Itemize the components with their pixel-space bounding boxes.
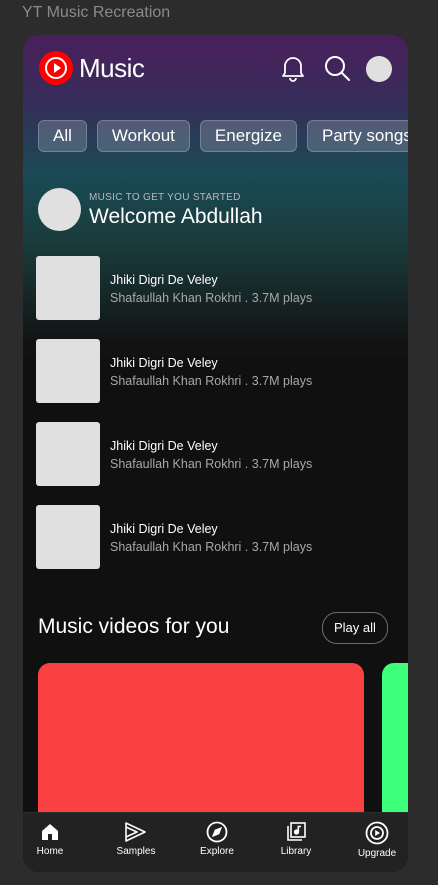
search-icon[interactable] <box>322 53 352 83</box>
song-item[interactable]: Jhiki Digri De Veley Shafaullah Khan Rok… <box>36 422 396 486</box>
song-item[interactable]: Jhiki Digri De Veley Shafaullah Khan Rok… <box>36 339 396 403</box>
explore-icon <box>206 821 228 843</box>
song-meta: Shafaullah Khan Rokhri . 3.7M plays <box>110 374 313 388</box>
nav-samples[interactable]: Samples <box>106 821 166 857</box>
brand-title: Music <box>79 53 145 83</box>
bottom-navigation: Home Samples Explore Library Upgrade <box>23 812 408 872</box>
song-thumbnail <box>36 256 100 320</box>
play-all-button[interactable]: Play all <box>322 612 388 644</box>
notification-bell-icon[interactable] <box>278 53 308 83</box>
song-meta: Shafaullah Khan Rokhri . 3.7M plays <box>110 457 313 471</box>
nav-library[interactable]: Library <box>266 821 326 857</box>
chip-energize[interactable]: Energize <box>199 120 298 152</box>
song-title: Jhiki Digri De Veley <box>110 522 218 536</box>
song-thumbnail <box>36 422 100 486</box>
chip-workout[interactable]: Workout <box>96 120 190 152</box>
videos-section-title: Music videos for you <box>38 615 230 638</box>
nav-label: Explore <box>200 846 234 857</box>
home-icon <box>42 824 58 840</box>
library-icon <box>287 822 306 841</box>
song-thumbnail <box>36 505 100 569</box>
chip-party-songs[interactable]: Party songs <box>307 120 408 152</box>
chip-all[interactable]: All <box>38 120 87 152</box>
youtube-music-logo-icon[interactable] <box>39 51 73 85</box>
nav-label: Upgrade <box>357 848 397 859</box>
song-item[interactable]: Jhiki Digri De Veley Shafaullah Khan Rok… <box>36 256 396 320</box>
song-title: Jhiki Digri De Veley <box>110 356 218 370</box>
user-avatar <box>38 188 81 231</box>
music-video-card[interactable] <box>382 663 408 823</box>
nav-home[interactable]: Home <box>23 821 80 857</box>
song-item[interactable]: Jhiki Digri De Veley Shafaullah Khan Rok… <box>36 505 396 569</box>
nav-label: Samples <box>116 846 156 857</box>
samples-icon <box>125 822 146 842</box>
nav-upgrade[interactable]: Upgrade <box>347 821 407 859</box>
frame-title: YT Music Recreation <box>22 4 171 21</box>
song-thumbnail <box>36 339 100 403</box>
welcome-subtitle: MUSIC TO GET YOU STARTED <box>89 192 241 203</box>
filter-chips: All Workout Energize Party songs <box>38 120 408 152</box>
app-screen: Music All Workout Energize Party songs M… <box>23 35 408 872</box>
song-meta: Shafaullah Khan Rokhri . 3.7M plays <box>110 291 313 305</box>
nav-explore[interactable]: Explore <box>187 821 247 857</box>
song-title: Jhiki Digri De Veley <box>110 439 218 453</box>
upgrade-icon <box>365 821 389 845</box>
nav-label: Home <box>36 846 64 857</box>
song-title: Jhiki Digri De Veley <box>110 273 218 287</box>
song-meta: Shafaullah Khan Rokhri . 3.7M plays <box>110 540 313 554</box>
welcome-title: Welcome Abdullah <box>89 205 263 228</box>
music-video-card[interactable] <box>38 663 364 823</box>
account-avatar[interactable] <box>366 56 392 82</box>
top-bar: Music <box>23 35 408 103</box>
nav-label: Library <box>280 846 312 857</box>
